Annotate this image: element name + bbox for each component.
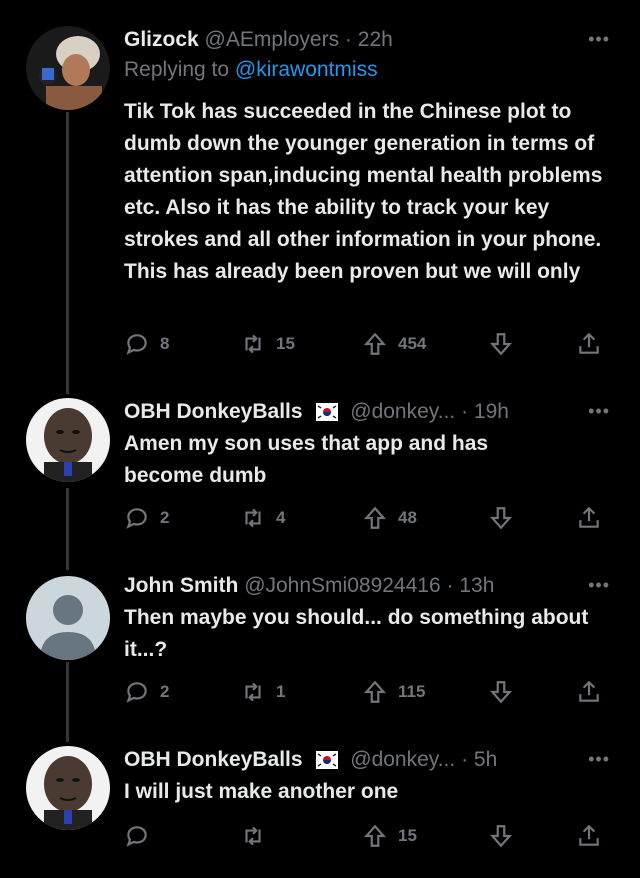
retweet-icon [245,334,261,354]
retweet-icon [245,682,261,702]
upvote-count: 48 [398,508,417,527]
more-icon[interactable]: ••• [588,576,610,594]
display-name[interactable]: OBH DonkeyBalls [124,400,303,423]
reply-button[interactable] [124,820,160,852]
reply-button[interactable]: 2 [124,676,169,708]
reply-mention-link[interactable]: @kirawontmiss [235,58,378,81]
replying-to: Replying to @kirawontmiss [124,56,378,84]
tweet-text: Then maybe you should... do something ab… [124,606,589,661]
reply-count: 2 [160,508,170,527]
upvote-button[interactable]: 454 [362,328,426,360]
action-bar: 15 [124,820,620,852]
tweet[interactable]: OBH DonkeyBalls @donkey... · 5h ••• I wi… [0,746,640,856]
retweet-count: 15 [276,334,295,353]
upvote-button[interactable]: 48 [362,502,417,534]
share-button[interactable] [576,502,612,534]
timestamp[interactable]: 5h [474,748,497,771]
user-handle[interactable]: @donkey... [350,400,455,423]
retweet-count: 1 [276,682,286,701]
share-icon [579,680,599,702]
upvote-count: 115 [398,682,426,701]
reply-button[interactable]: 8 [124,328,169,360]
timestamp[interactable]: 19h [474,400,509,423]
action-bar: 8 15 454 [124,328,620,360]
reply-icon [126,334,147,355]
downvote-button[interactable] [488,676,524,708]
tweet-text: Amen my son uses that app and has become… [124,432,489,487]
action-bar: 2 4 48 [124,502,620,534]
tweet-text: I will just make another one [124,780,399,803]
tweet-header: OBH DonkeyBalls @donkey... · 19h [124,398,580,426]
upvote-button[interactable]: 15 [362,820,417,852]
tweet-header: John Smith @JohnSmi08924416 · 13h [124,572,580,600]
display-name[interactable]: OBH DonkeyBalls [124,748,303,771]
more-icon[interactable]: ••• [588,402,610,420]
retweet-button[interactable]: 1 [240,676,285,708]
retweet-icon [245,826,261,846]
share-icon [579,332,599,354]
share-button[interactable] [576,328,612,360]
korea-flag-icon [316,751,339,769]
tweet[interactable]: Glizock @AEmployers · 22h ••• Replying t… [0,26,640,366]
user-handle[interactable]: @JohnSmi08924416 [244,574,440,597]
tweet-header: OBH DonkeyBalls @donkey... · 5h [124,746,580,774]
separator-dot: · [446,574,454,597]
tweet-header: Glizock @AEmployers · 22h [124,26,580,54]
share-button[interactable] [576,676,612,708]
share-icon [579,824,599,846]
avatar[interactable] [26,746,110,830]
downvote-icon [489,333,513,356]
timestamp[interactable]: 22h [358,28,393,51]
tweet[interactable]: John Smith @JohnSmi08924416 · 13h ••• Th… [0,572,640,708]
reply-button[interactable]: 2 [124,502,169,534]
display-name[interactable]: John Smith [124,574,238,597]
upvote-icon [363,332,387,355]
tweet[interactable]: OBH DonkeyBalls @donkey... · 19h ••• Ame… [0,398,640,534]
retweet-count: 4 [276,508,286,527]
tweet-text: Tik Tok has succeeded in the Chinese plo… [124,100,603,283]
reply-count: 8 [160,334,170,353]
korea-flag-icon [316,403,339,421]
downvote-button[interactable] [488,328,524,360]
upvote-button[interactable]: 115 [362,676,425,708]
avatar[interactable] [26,576,110,660]
retweet-icon [245,508,261,528]
upvote-icon [363,824,387,847]
avatar[interactable] [26,398,110,482]
downvote-icon [489,681,513,704]
retweet-button[interactable]: 4 [240,502,285,534]
reply-icon [126,682,147,703]
downvote-button[interactable] [488,820,524,852]
reply-count: 2 [160,682,170,701]
separator-dot: · [461,400,469,423]
action-bar: 2 1 115 [124,676,620,708]
reply-icon [126,508,147,529]
upvote-count: 15 [398,826,417,845]
downvote-button[interactable] [488,502,524,534]
retweet-button[interactable] [240,820,276,852]
more-icon[interactable]: ••• [588,30,610,48]
separator-dot: · [461,748,469,771]
avatar[interactable] [26,26,110,110]
display-name[interactable]: Glizock [124,28,199,51]
user-handle[interactable]: @donkey... [350,748,455,771]
user-handle[interactable]: @AEmployers [205,28,340,51]
replying-to-label: Replying to [124,58,235,81]
share-button[interactable] [576,820,612,852]
share-icon [579,506,599,528]
downvote-icon [489,507,513,530]
more-icon[interactable]: ••• [588,750,610,768]
timestamp[interactable]: 13h [459,574,494,597]
upvote-icon [363,680,387,703]
upvote-count: 454 [398,334,427,353]
reply-icon [126,826,147,847]
retweet-button[interactable]: 15 [240,328,295,360]
upvote-icon [363,506,387,529]
downvote-icon [489,825,513,848]
separator-dot: · [344,28,352,51]
